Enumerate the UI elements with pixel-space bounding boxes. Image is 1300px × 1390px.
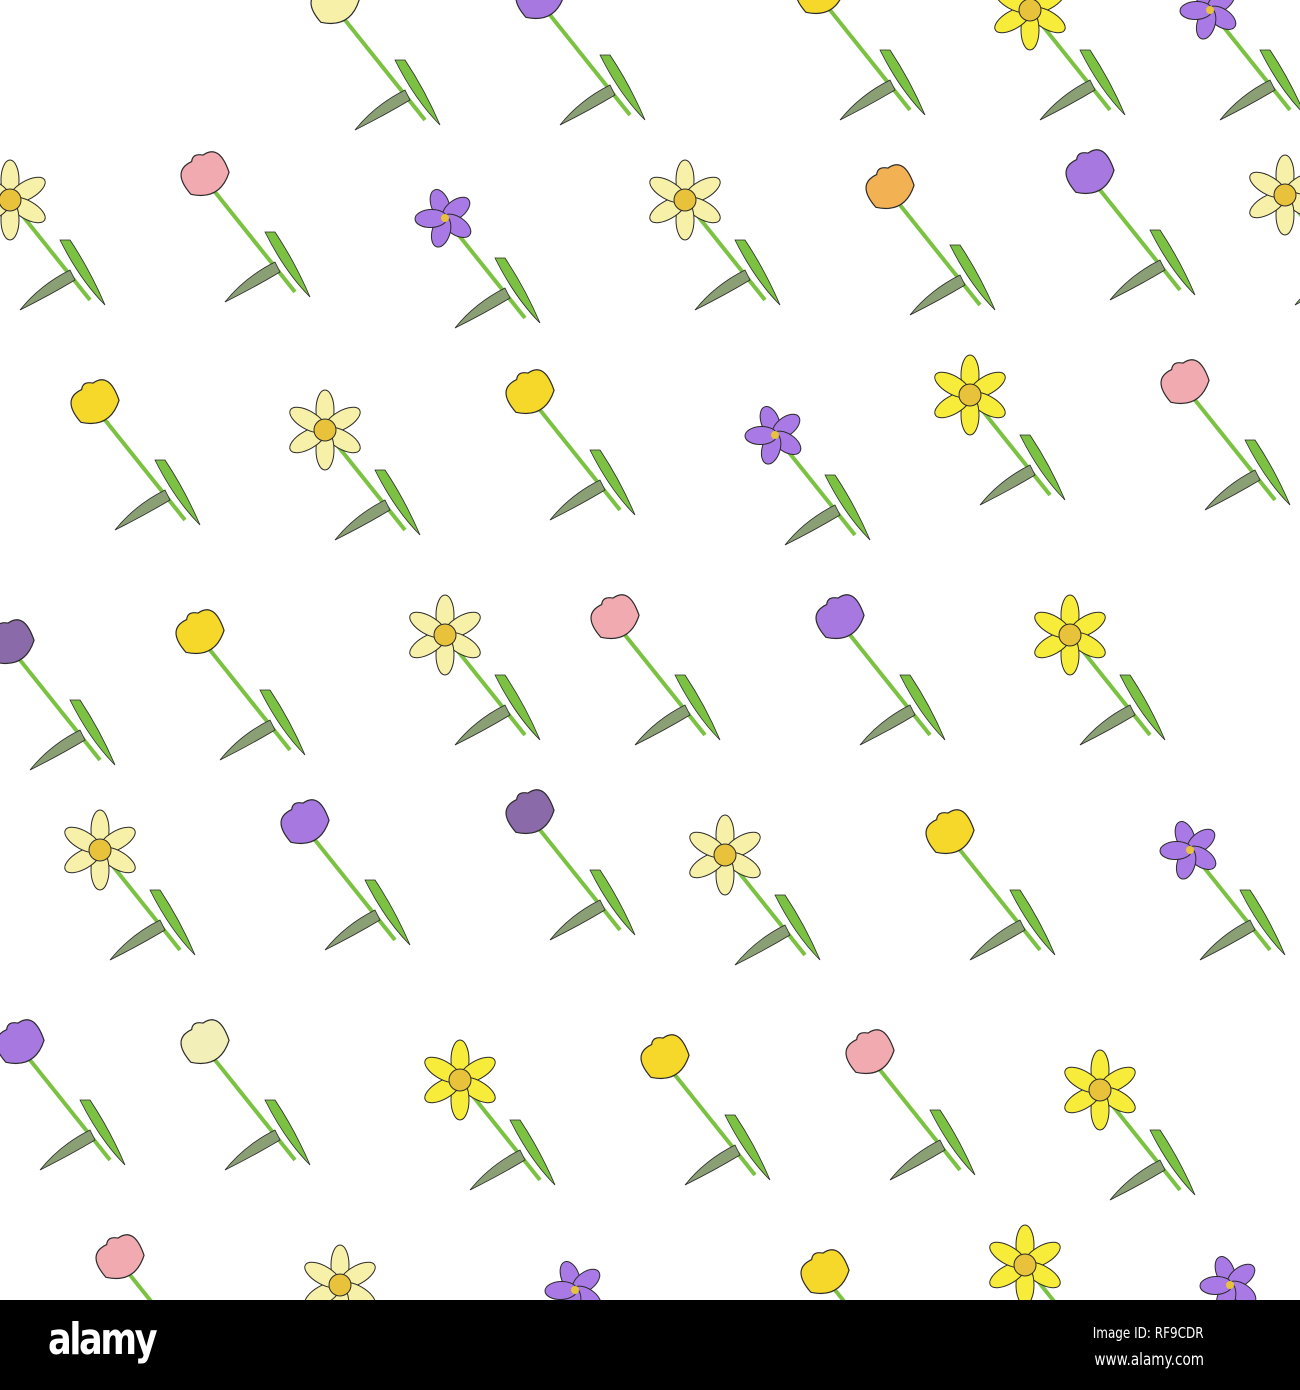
tulip-flower bbox=[0, 1019, 126, 1171]
stock-image-page: alamy Image ID: RF9CDR www.alamy.com bbox=[0, 0, 1300, 1390]
tulip-flower bbox=[815, 594, 946, 746]
tulip-flower bbox=[70, 379, 201, 531]
tulip-flower bbox=[175, 609, 306, 761]
website-label: www.alamy.com bbox=[1094, 1350, 1204, 1370]
tulip-flower bbox=[95, 1234, 153, 1300]
tulip-flower bbox=[590, 594, 721, 746]
tulip-flower bbox=[310, 0, 441, 131]
daffodil-flower bbox=[64, 809, 196, 961]
daffodil-flower bbox=[424, 1039, 556, 1191]
daffodil-flower bbox=[409, 594, 541, 746]
daffodil-flower bbox=[689, 814, 821, 966]
crocus-flower bbox=[544, 1260, 602, 1300]
daffodil-flower bbox=[994, 0, 1126, 121]
tulip-flower bbox=[865, 164, 996, 316]
image-id-label: Image ID: RF9CDR bbox=[1093, 1324, 1204, 1342]
tulip-flower bbox=[180, 1019, 311, 1171]
tulip-flower bbox=[1160, 359, 1291, 511]
daffodil-flower bbox=[989, 1224, 1061, 1300]
crocus-flower bbox=[744, 405, 871, 546]
crocus-flower bbox=[1159, 820, 1286, 961]
tulip-flower bbox=[515, 0, 646, 126]
crocus-flower bbox=[1199, 1255, 1257, 1300]
tulip-flower bbox=[845, 1029, 976, 1181]
daffodil-flower bbox=[649, 159, 781, 311]
tulip-flower bbox=[0, 619, 116, 771]
watermark-bar: alamy Image ID: RF9CDR www.alamy.com bbox=[0, 1300, 1300, 1390]
tulip-flower bbox=[800, 1249, 850, 1300]
crocus-flower bbox=[1179, 0, 1300, 121]
alamy-logo: alamy bbox=[48, 1314, 158, 1365]
tulip-flower bbox=[795, 0, 926, 121]
tulip-flower bbox=[505, 789, 636, 941]
tulip-flower bbox=[505, 369, 636, 521]
daffodil-flower bbox=[1249, 154, 1300, 306]
tulip-flower bbox=[280, 799, 411, 951]
crocus-flower bbox=[414, 188, 541, 329]
floral-pattern-illustration bbox=[0, 0, 1300, 1300]
tulip-flower bbox=[1065, 149, 1196, 301]
daffodil-flower bbox=[289, 389, 421, 541]
daffodil-flower bbox=[934, 354, 1066, 506]
tulip-flower bbox=[925, 809, 1056, 961]
daffodil-flower bbox=[0, 159, 106, 311]
daffodil-flower bbox=[304, 1244, 376, 1300]
tulip-flower bbox=[640, 1034, 771, 1186]
tulip-flower bbox=[180, 151, 311, 303]
daffodil-flower bbox=[1034, 594, 1166, 746]
daffodil-flower bbox=[1064, 1049, 1196, 1201]
